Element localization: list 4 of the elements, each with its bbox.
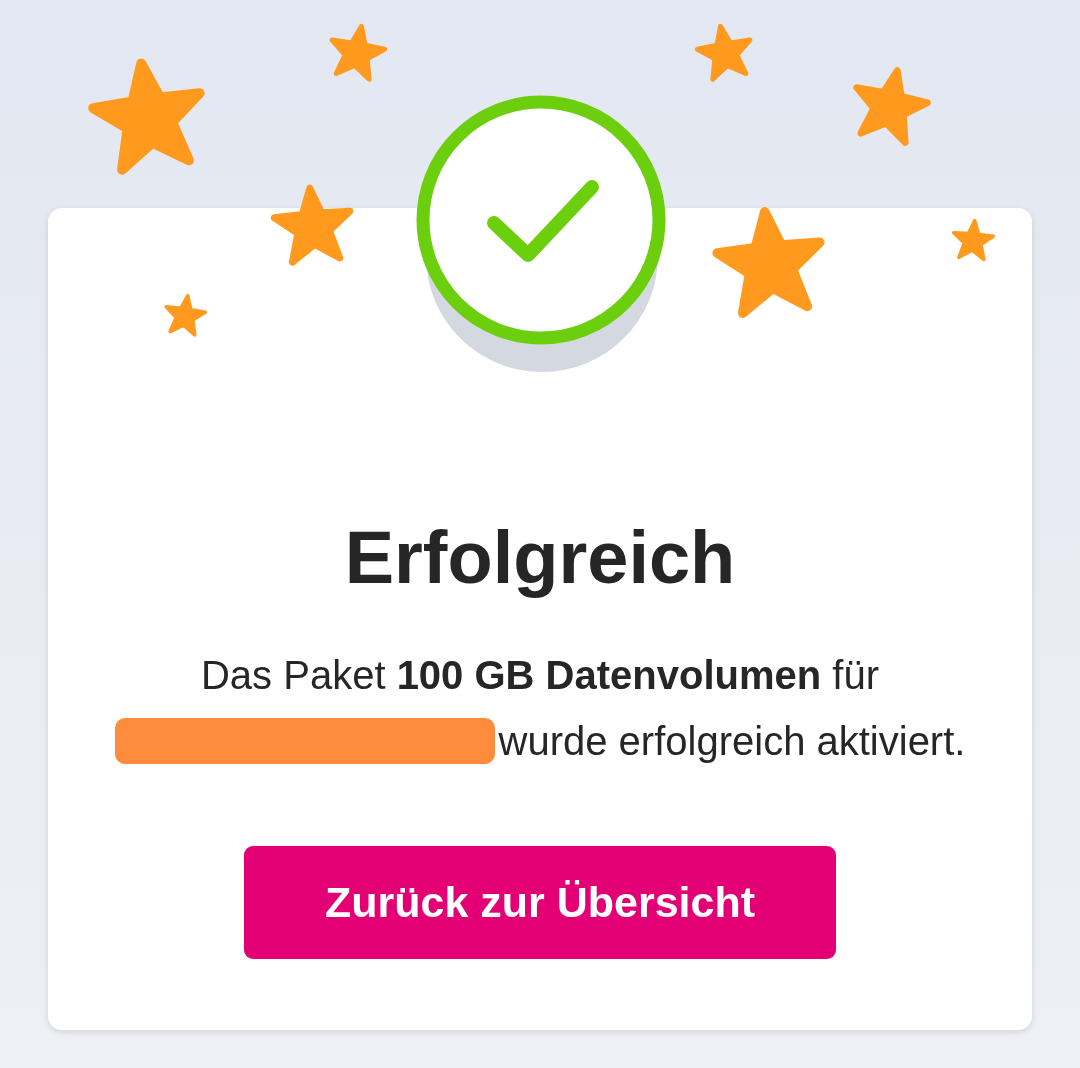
message-text: Das Paket 100 GB Datenvolumen für: [200, 652, 879, 699]
message-text: wurde erfolgreich aktiviert.: [498, 718, 966, 765]
back-button[interactable]: Zurück zur Übersicht: [244, 846, 836, 959]
dialog-title: Erfolgreich: [344, 518, 736, 598]
